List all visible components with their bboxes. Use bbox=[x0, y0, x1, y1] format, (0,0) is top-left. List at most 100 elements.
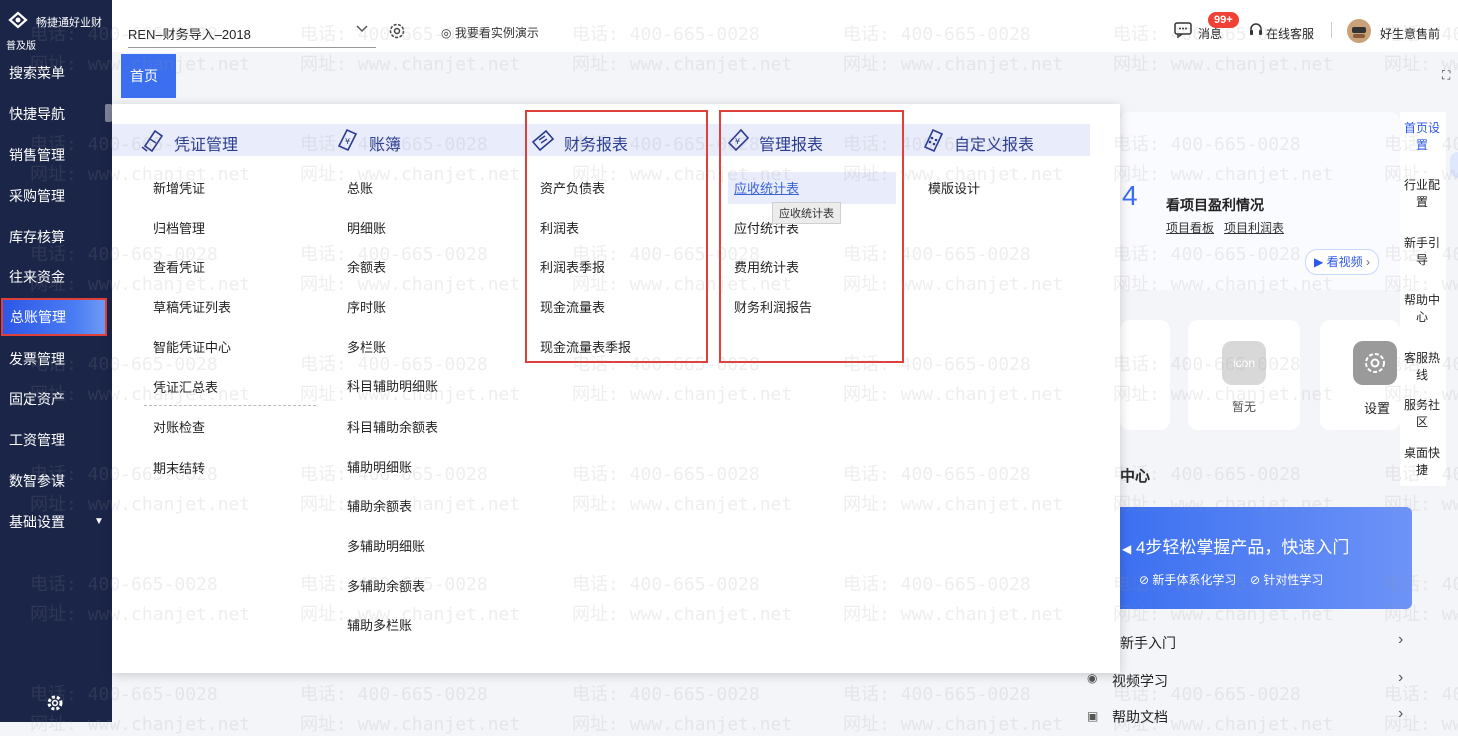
tile-none-label: 暂无 bbox=[1232, 400, 1257, 414]
column-header-custom-report: 自定义报表 bbox=[892, 124, 1090, 156]
tool-beginner-guide[interactable]: 新手引导 bbox=[1400, 235, 1444, 269]
project-number: 4 bbox=[1122, 180, 1138, 211]
sidebar-item-quick-nav[interactable]: 快捷导航 bbox=[0, 95, 112, 133]
sidebar-item-fixed-assets[interactable]: 固定资产 bbox=[0, 380, 112, 418]
menu-item-subject-aux-balance[interactable]: 科目辅助余额表 bbox=[347, 417, 438, 436]
account-selector[interactable]: REN–财务导入–2018 bbox=[128, 24, 251, 43]
demo-link[interactable]: ◎ 我要看实例演示 bbox=[441, 24, 539, 41]
tool-help-center[interactable]: 帮助中心 bbox=[1400, 292, 1444, 326]
menu-item-expense-stats[interactable]: 费用统计表 bbox=[734, 257, 799, 276]
sidebar-item-basic-settings[interactable]: 基础设置 ▼ bbox=[0, 503, 112, 541]
watermark-site: 网址: www.chanjet.net bbox=[572, 54, 793, 75]
watermark-site: 网址: www.chanjet.net bbox=[1113, 54, 1334, 75]
menu-item-archive[interactable]: 归档管理 bbox=[153, 218, 205, 237]
menu-item-cash-flow[interactable]: 现金流量表 bbox=[540, 297, 605, 316]
column-title: 管理报表 bbox=[759, 137, 824, 154]
settings-tile-icon bbox=[1353, 341, 1397, 385]
chevron-right-icon[interactable]: › bbox=[1398, 669, 1403, 687]
general-ledger-menu: 凭证管理 ¥ 账簿 财务报表 ¥ 管理报表 自定义报表 新增凭证 归档管理 查看… bbox=[112, 104, 1120, 673]
menu-item-multi-column[interactable]: 多栏账 bbox=[347, 337, 386, 356]
project-title: 看项目盈利情况 bbox=[1166, 197, 1264, 213]
placeholder-icon: icon bbox=[1222, 341, 1266, 385]
gear-icon[interactable] bbox=[46, 694, 64, 712]
menu-item-general-ledger[interactable]: 总账 bbox=[347, 178, 373, 197]
menu-item-aux-multi-column[interactable]: 辅助多栏账 bbox=[347, 615, 412, 634]
list-item[interactable]: 视频学习 bbox=[1112, 671, 1168, 691]
speaker-icon: ◀ bbox=[1122, 542, 1132, 556]
settings-icon[interactable] bbox=[388, 22, 406, 40]
column-title: 财务报表 bbox=[564, 137, 629, 154]
message-icon[interactable] bbox=[1174, 22, 1192, 38]
banner-tag-label: 新手体系化学习 bbox=[1152, 573, 1237, 587]
custom-report-icon bbox=[923, 128, 944, 153]
fullscreen-icon[interactable]: ⛶ bbox=[1442, 68, 1450, 83]
menu-item-balance[interactable]: 余额表 bbox=[347, 257, 386, 276]
online-service-link[interactable]: 在线客服 bbox=[1266, 25, 1314, 42]
menu-item-subject-aux-detail[interactable]: 科目辅助明细账 bbox=[347, 376, 438, 395]
check-circle-icon: ⊘ bbox=[1250, 573, 1261, 587]
sidebar-item-inventory[interactable]: 库存核算 bbox=[0, 218, 112, 256]
menu-item-income-quarterly[interactable]: 利润表季报 bbox=[540, 257, 605, 276]
sidebar-item-general-ledger[interactable]: 总账管理 bbox=[1, 298, 107, 336]
eye-icon: ◎ bbox=[441, 26, 452, 40]
watermark-phone: 电话: 400-665-0028 bbox=[1384, 684, 1458, 705]
watch-video-button[interactable]: ▶ 看视频 › bbox=[1305, 249, 1379, 275]
menu-item-detail-ledger[interactable]: 明细账 bbox=[347, 218, 386, 237]
menu-item-profit-report[interactable]: 财务利润报告 bbox=[734, 297, 812, 316]
column-title: 凭证管理 bbox=[174, 137, 239, 154]
menu-item-template-design[interactable]: 模版设计 bbox=[928, 178, 980, 197]
menu-item-view-voucher[interactable]: 查看凭证 bbox=[153, 257, 205, 276]
tool-community[interactable]: 服务社区 bbox=[1400, 397, 1444, 431]
menu-item-journal[interactable]: 序时账 bbox=[347, 297, 386, 316]
sidebar-item-funds[interactable]: 往来资金 bbox=[0, 258, 112, 296]
list-item[interactable]: 新手入门 bbox=[1120, 633, 1176, 653]
chevron-right-icon[interactable]: › bbox=[1398, 631, 1403, 649]
list-item[interactable]: 帮助文档 bbox=[1112, 707, 1168, 727]
column-title: 自定义报表 bbox=[954, 137, 1035, 154]
menu-item-balance-sheet[interactable]: 资产负债表 bbox=[540, 178, 605, 197]
menu-item-reconciliation[interactable]: 对账检查 bbox=[153, 417, 205, 436]
project-board-link[interactable]: 项目看板 bbox=[1166, 219, 1214, 236]
column-header-ledger: ¥ 账簿 bbox=[307, 124, 512, 156]
sidebar-item-sales[interactable]: 销售管理 bbox=[0, 136, 112, 174]
menu-item-cash-flow-quarterly[interactable]: 现金流量表季报 bbox=[540, 337, 631, 356]
sidebar-item-smart-advisor[interactable]: 数智参谋 bbox=[0, 462, 112, 500]
menu-item-income-statement[interactable]: 利润表 bbox=[540, 218, 579, 237]
menu-item-aux-detail[interactable]: 辅助明细账 bbox=[347, 457, 412, 476]
tab-home[interactable]: 首页 bbox=[121, 54, 176, 98]
menu-item-smart-voucher[interactable]: 智能凭证中心 bbox=[153, 337, 231, 356]
tile-partial[interactable] bbox=[1120, 320, 1170, 430]
avatar[interactable] bbox=[1347, 19, 1371, 43]
sidebar-item-search-menu[interactable]: 搜索菜单 bbox=[0, 54, 112, 92]
sidebar-item-invoice[interactable]: 发票管理 bbox=[0, 340, 112, 378]
menu-item-aux-balance[interactable]: 辅助余额表 bbox=[347, 496, 412, 515]
svg-text:¥: ¥ bbox=[735, 137, 740, 146]
menu-item-new-voucher[interactable]: 新增凭证 bbox=[153, 178, 205, 197]
project-profit-link[interactable]: 项目利润表 bbox=[1224, 219, 1284, 236]
chevron-right-icon[interactable]: › bbox=[1398, 705, 1403, 723]
watermark-site: 网址: www.chanjet.net bbox=[300, 54, 521, 75]
financial-report-icon bbox=[531, 129, 555, 152]
tool-desktop-shortcut[interactable]: 桌面快捷 bbox=[1400, 445, 1444, 479]
user-name[interactable]: 好生意售前 bbox=[1380, 25, 1440, 42]
menu-item-voucher-summary[interactable]: 凭证汇总表 bbox=[153, 377, 218, 396]
tool-hotline[interactable]: 客服热线 bbox=[1400, 350, 1444, 384]
quickstart-banner[interactable] bbox=[1112, 507, 1412, 609]
sidebar-scrollbar[interactable] bbox=[105, 104, 112, 122]
message-count-badge: 99+ bbox=[1208, 12, 1239, 28]
tool-home-settings[interactable]: 首页设置 bbox=[1400, 120, 1444, 154]
menu-item-period-closing[interactable]: 期末结转 bbox=[153, 458, 205, 477]
menu-item-multi-aux-detail[interactable]: 多辅助明细账 bbox=[347, 536, 425, 555]
menu-item-multi-aux-balance[interactable]: 多辅助余额表 bbox=[347, 576, 425, 595]
chevron-down-icon[interactable] bbox=[355, 24, 369, 34]
banner-tag-2: ⊘ 针对性学习 bbox=[1250, 571, 1323, 588]
caret-down-icon: ▼ bbox=[94, 516, 104, 527]
sidebar-item-payroll[interactable]: 工资管理 bbox=[0, 421, 112, 459]
headset-icon[interactable] bbox=[1249, 22, 1263, 38]
sidebar-item-purchase[interactable]: 采购管理 bbox=[0, 177, 112, 215]
assistant-tab[interactable] bbox=[1450, 152, 1458, 178]
menu-item-receivables-stats[interactable]: 应收统计表 bbox=[734, 178, 799, 197]
tool-industry-config[interactable]: 行业配置 bbox=[1400, 177, 1444, 211]
play-icon: ▶ bbox=[1314, 255, 1324, 269]
menu-item-draft-vouchers[interactable]: 草稿凭证列表 bbox=[153, 297, 231, 316]
